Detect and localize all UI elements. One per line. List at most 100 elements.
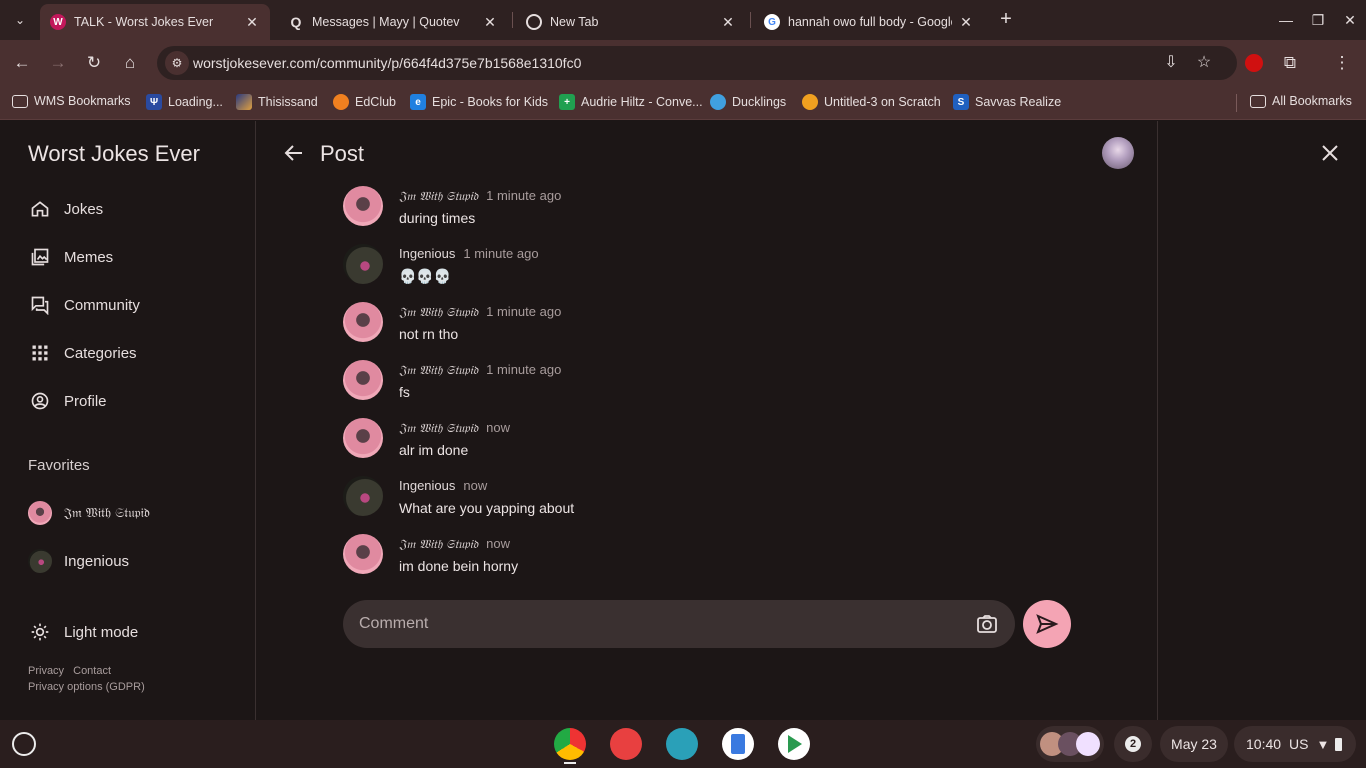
favorite-ingenious[interactable]: Ingenious <box>28 549 129 573</box>
comment-time: now <box>486 536 510 551</box>
bookmark-epic[interactable]: e Epic - Books for Kids <box>410 94 548 110</box>
send-button[interactable] <box>1023 600 1071 648</box>
bookmark-favicon <box>333 94 349 110</box>
canvas-app-icon[interactable] <box>610 728 642 760</box>
send-icon <box>1036 614 1059 634</box>
close-tab-icon[interactable]: ✕ <box>482 14 498 31</box>
bookmarks-bar: WMS Bookmarks Ψ Loading... Thisissand Ed… <box>0 86 1366 120</box>
nav-memes[interactable]: Memes <box>28 241 248 273</box>
launcher-icon[interactable] <box>12 732 36 756</box>
bookmark-wms[interactable]: WMS Bookmarks <box>12 94 131 108</box>
classroom-app-icon[interactable] <box>666 728 698 760</box>
tab-new-tab[interactable]: New Tab ✕ <box>516 4 746 40</box>
comment-author[interactable]: 𝔍𝔪 𝔚𝔦𝔱𝔥 𝔖𝔱𝔲𝔭𝔦𝔡 now <box>399 420 510 436</box>
play-store-icon[interactable] <box>778 728 810 760</box>
nav-profile[interactable]: Profile <box>28 385 248 417</box>
bookmark-loading[interactable]: Ψ Loading... <box>146 94 223 110</box>
new-tab-button[interactable]: + <box>994 8 1018 32</box>
site-info-icon[interactable]: ⚙ <box>165 51 189 75</box>
nav-community[interactable]: Community <box>28 289 248 321</box>
author-name[interactable]: Ingenious <box>399 246 455 261</box>
close-tab-icon[interactable]: ✕ <box>244 14 260 31</box>
active-indicator <box>564 762 576 764</box>
address-bar[interactable]: ⚙ worstjokesever.com/community/p/664f4d3… <box>157 46 1237 80</box>
avatar[interactable] <box>343 244 383 284</box>
avatar[interactable] <box>343 476 383 516</box>
system-tray[interactable]: 10:40 US ▼ <box>1234 726 1356 762</box>
comment-item: 𝔍𝔪 𝔚𝔦𝔱𝔥 𝔖𝔱𝔲𝔭𝔦𝔡 now alr im done <box>343 418 1043 466</box>
avatar[interactable] <box>343 360 383 400</box>
user-avatar[interactable] <box>1102 137 1134 169</box>
all-bookmarks[interactable]: All Bookmarks <box>1250 94 1352 108</box>
tab-messages[interactable]: Q Messages | Mayy | Quotev ✕ <box>278 4 508 40</box>
site-title[interactable]: Worst Jokes Ever <box>28 141 200 167</box>
bookmark-savvas[interactable]: S Savvas Realize <box>953 94 1061 110</box>
forward-icon[interactable]: → <box>46 51 70 75</box>
comment-time: now <box>463 478 488 493</box>
url-text[interactable]: worstjokesever.com/community/p/664f4d375… <box>193 55 581 71</box>
bookmark-audrie[interactable]: + Audrie Hiltz - Conve... <box>559 94 703 110</box>
nav-jokes[interactable]: Jokes <box>28 193 248 225</box>
notification-badge[interactable]: 2 <box>1114 726 1152 762</box>
tab-search-button[interactable]: ⌄ <box>8 8 32 32</box>
chrome-app-icon[interactable] <box>554 728 586 760</box>
bookmark-ducklings[interactable]: Ducklings <box>710 94 786 110</box>
chrome-icon <box>526 14 542 30</box>
favorites-heading: Favorites <box>28 457 90 474</box>
bookmark-scratch[interactable]: Untitled-3 on Scratch <box>802 94 941 110</box>
tab-talk[interactable]: W TALK - Worst Jokes Ever ✕ <box>40 4 270 40</box>
comment-author[interactable]: 𝔍𝔪 𝔚𝔦𝔱𝔥 𝔖𝔱𝔲𝔭𝔦𝔡 1 minute ago <box>399 304 561 320</box>
comment-author[interactable]: 𝔍𝔪 𝔚𝔦𝔱𝔥 𝔖𝔱𝔲𝔭𝔦𝔡 now <box>399 536 510 552</box>
favorite-im-with-stupid[interactable]: 𝔍𝔪 𝔚𝔦𝔱𝔥 𝔖𝔱𝔲𝔭𝔦𝔡 <box>28 501 150 525</box>
author-name[interactable]: 𝔍𝔪 𝔚𝔦𝔱𝔥 𝔖𝔱𝔲𝔭𝔦𝔡 <box>399 537 478 551</box>
bookmark-edclub[interactable]: EdClub <box>333 94 396 110</box>
install-app-icon[interactable]: ⇩ <box>1159 51 1183 75</box>
extension-stop-icon[interactable] <box>1242 51 1266 75</box>
privacy-link[interactable]: Privacy <box>28 665 64 677</box>
camera-icon[interactable] <box>975 612 999 636</box>
back-icon[interactable]: ← <box>10 51 34 75</box>
author-name[interactable]: 𝔍𝔪 𝔚𝔦𝔱𝔥 𝔖𝔱𝔲𝔭𝔦𝔡 <box>399 189 478 203</box>
comment-author[interactable]: Ingenious now <box>399 478 487 493</box>
comment-field[interactable] <box>343 600 1015 648</box>
nav-label: Jokes <box>64 200 104 218</box>
comment-author[interactable]: Ingenious 1 minute ago <box>399 246 539 261</box>
tab-google[interactable]: G hannah owo full body - Google ✕ <box>754 4 984 40</box>
restore-icon[interactable]: ❐ <box>1306 8 1330 32</box>
bookmark-thisissand[interactable]: Thisissand <box>236 94 318 110</box>
avatar[interactable] <box>343 186 383 226</box>
reload-icon[interactable]: ↻ <box>82 51 106 75</box>
comment-input[interactable] <box>359 600 959 648</box>
close-window-icon[interactable]: ✕ <box>1338 8 1362 32</box>
bookmark-favicon: Ψ <box>146 94 162 110</box>
comment-author[interactable]: 𝔍𝔪 𝔚𝔦𝔱𝔥 𝔖𝔱𝔲𝔭𝔦𝔡 1 minute ago <box>399 188 561 204</box>
chrome-menu-icon[interactable]: ⋮ <box>1330 51 1354 75</box>
author-name[interactable]: 𝔍𝔪 𝔚𝔦𝔱𝔥 𝔖𝔱𝔲𝔭𝔦𝔡 <box>399 421 478 435</box>
tab-title: Messages | Mayy | Quotev <box>312 15 460 29</box>
close-tab-icon[interactable]: ✕ <box>720 14 736 31</box>
extensions-puzzle-icon[interactable]: ⧉ <box>1278 51 1302 75</box>
close-tab-icon[interactable]: ✕ <box>958 14 974 31</box>
contact-link[interactable]: Contact <box>73 665 111 677</box>
close-icon[interactable] <box>1318 141 1342 165</box>
gdpr-link[interactable]: Privacy options (GDPR) <box>28 681 145 693</box>
forum-icon <box>28 293 52 317</box>
holding-space[interactable] <box>1036 726 1104 762</box>
back-arrow-icon[interactable] <box>282 141 306 165</box>
author-name[interactable]: 𝔍𝔪 𝔚𝔦𝔱𝔥 𝔖𝔱𝔲𝔭𝔦𝔡 <box>399 305 478 319</box>
comment-text: fs <box>399 384 410 400</box>
docs-app-icon[interactable] <box>722 728 754 760</box>
date-pill[interactable]: May 23 <box>1160 726 1228 762</box>
light-mode-toggle[interactable]: Light mode <box>28 616 248 648</box>
avatar[interactable] <box>343 418 383 458</box>
avatar[interactable] <box>343 302 383 342</box>
home-icon[interactable]: ⌂ <box>118 51 142 75</box>
nav-categories[interactable]: Categories <box>28 337 248 369</box>
avatar[interactable] <box>343 534 383 574</box>
comment-author[interactable]: 𝔍𝔪 𝔚𝔦𝔱𝔥 𝔖𝔱𝔲𝔭𝔦𝔡 1 minute ago <box>399 362 561 378</box>
comment-time: 1 minute ago <box>486 188 562 203</box>
minimize-icon[interactable]: — <box>1274 8 1298 32</box>
author-name[interactable]: 𝔍𝔪 𝔚𝔦𝔱𝔥 𝔖𝔱𝔲𝔭𝔦𝔡 <box>399 363 478 377</box>
bookmark-star-icon[interactable]: ☆ <box>1192 51 1216 75</box>
author-name[interactable]: Ingenious <box>399 478 455 493</box>
